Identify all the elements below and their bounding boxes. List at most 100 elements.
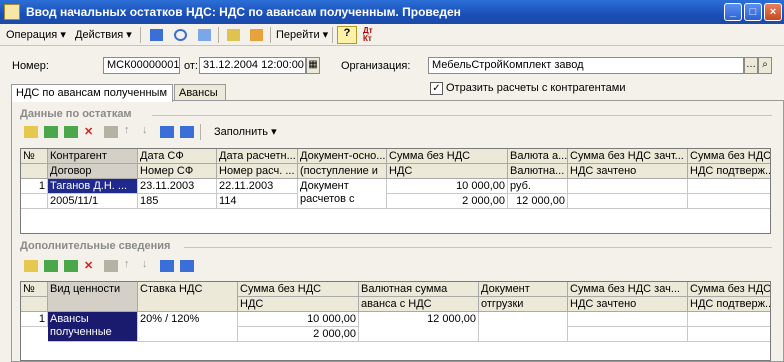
cell2-sum-offset[interactable]: [568, 312, 688, 327]
col-header-date-sf[interactable]: Дата СФ: [138, 149, 217, 164]
col2-header-vat[interactable]: НДС: [238, 297, 359, 312]
cell-cur-sum[interactable]: 12 000,00: [508, 194, 568, 209]
operation-menu[interactable]: Операция ▾: [6, 27, 66, 43]
calendar-icon[interactable]: ▦: [306, 57, 320, 74]
col2-header-vat-confirmed[interactable]: НДС подтверж...: [688, 297, 770, 312]
col2-header-vat-offset[interactable]: НДС зачтено: [568, 297, 688, 312]
col2-header-sum[interactable]: Сумма без НДС: [238, 282, 359, 297]
move-up-icon[interactable]: ↑: [124, 124, 130, 136]
fill-button[interactable]: Заполнить ▾: [214, 125, 277, 138]
col-header-sum-offset[interactable]: Сумма без НДС зачт...: [568, 149, 688, 164]
copy-icon[interactable]: [194, 26, 214, 44]
col2-header-sum-offset[interactable]: Сумма без НДС зач...: [568, 282, 688, 297]
tab-vat-advances[interactable]: НДС по авансам полученным: [11, 84, 173, 102]
col-header-sum[interactable]: Сумма без НДС: [387, 149, 508, 164]
settlements-checkbox[interactable]: ✓: [430, 82, 443, 95]
title-bar: Ввод начальных остатков НДС: НДС по аван…: [0, 0, 784, 24]
refresh-icon[interactable]: [170, 26, 190, 44]
cell2-vat-confirmed[interactable]: [688, 327, 770, 342]
col-header-num-sf[interactable]: Номер СФ: [138, 164, 217, 179]
close-button[interactable]: ×: [764, 3, 782, 21]
col-header-vat[interactable]: НДС: [387, 164, 508, 179]
col-header-counterparty[interactable]: Контрагент: [48, 149, 138, 164]
col-header-contract[interactable]: Договор: [48, 164, 138, 179]
document-icon: [4, 4, 20, 20]
row-num: 1: [21, 179, 48, 194]
col2-header-sum-confirmed[interactable]: Сумма без НДС: [688, 282, 770, 297]
edit-row-icon[interactable]: [64, 126, 78, 138]
sort-desc-icon[interactable]: [180, 126, 194, 138]
col-header-num-calc[interactable]: Номер расч. ...: [217, 164, 298, 179]
col-header-cur-sum[interactable]: Валютна...: [508, 164, 568, 179]
end-edit-icon[interactable]: [104, 126, 118, 138]
cell-document[interactable]: Документ расчетов с: [298, 179, 387, 209]
cell-sum-confirmed[interactable]: [688, 179, 770, 194]
col-header-currency[interactable]: Валюта а...: [508, 149, 568, 164]
col2-header-kind[interactable]: Вид ценности: [48, 282, 138, 312]
cell-date-calc[interactable]: 22.11.2003: [217, 179, 298, 194]
copy-row-icon[interactable]: [44, 260, 58, 272]
cell2-document[interactable]: [479, 312, 568, 342]
col-header-document[interactable]: Документ-осно...: [298, 149, 387, 164]
cell-vat-confirmed[interactable]: [688, 194, 770, 209]
delete-row-icon[interactable]: ✕: [84, 259, 93, 272]
cell2-sum[interactable]: 10 000,00: [238, 312, 359, 327]
col2-header-cur-sum[interactable]: Валютная сумма: [359, 282, 479, 297]
cell2-rate[interactable]: 20% / 120%: [138, 312, 238, 342]
select-button[interactable]: …: [744, 57, 758, 74]
col-header-sum-confirmed[interactable]: Сумма без НДС: [688, 149, 770, 164]
cell-contract[interactable]: 2005/11/1: [48, 194, 138, 209]
move-up-icon[interactable]: ↑: [124, 258, 130, 270]
cell-vat[interactable]: 2 000,00: [387, 194, 508, 209]
cell-counterparty[interactable]: Таганов Д.Н. ...: [48, 179, 138, 194]
section-title-balances: Данные по остаткам: [20, 108, 132, 120]
sort-asc-icon[interactable]: [160, 260, 174, 272]
move-down-icon[interactable]: ↓: [142, 124, 148, 136]
number-field[interactable]: МСК00000001: [103, 57, 180, 74]
cell-num-sf[interactable]: 185: [138, 194, 217, 209]
move-down-icon[interactable]: ↓: [142, 258, 148, 270]
sort-desc-icon[interactable]: [180, 260, 194, 272]
cell-date-sf[interactable]: 23.11.2003: [138, 179, 217, 194]
minimize-button[interactable]: _: [724, 3, 742, 21]
col-header-num[interactable]: №: [21, 149, 48, 164]
cell2-kind[interactable]: Авансы полученные: [48, 312, 138, 342]
add-row-icon[interactable]: [24, 126, 38, 138]
edit-row-icon[interactable]: [64, 260, 78, 272]
add-row-icon[interactable]: [24, 260, 38, 272]
cell-vat-offset[interactable]: [568, 194, 688, 209]
cell2-sum-confirmed[interactable]: [688, 312, 770, 327]
organization-label: Организация:: [341, 60, 411, 72]
search-icon[interactable]: ⌕: [758, 57, 772, 74]
delete-row-icon[interactable]: ✕: [84, 125, 93, 138]
col-header-date-calc[interactable]: Дата расчетн...: [217, 149, 298, 164]
maximize-button[interactable]: □: [744, 3, 762, 21]
cell2-vat-offset[interactable]: [568, 327, 688, 342]
cell-sum[interactable]: 10 000,00: [387, 179, 508, 194]
cell2-vat[interactable]: 2 000,00: [238, 327, 359, 342]
end-edit-icon[interactable]: [104, 260, 118, 272]
sort-asc-icon[interactable]: [160, 126, 174, 138]
cell-num-calc[interactable]: 114: [217, 194, 298, 209]
move-up-doc-icon[interactable]: [223, 26, 243, 44]
copy-row-icon[interactable]: [44, 126, 58, 138]
cell-sum-offset[interactable]: [568, 179, 688, 194]
col-header-vat-offset[interactable]: НДС зачтено: [568, 164, 688, 179]
cell2-cur-sum[interactable]: 12 000,00: [359, 312, 479, 342]
go-menu[interactable]: Перейти ▾: [276, 27, 328, 43]
debit-credit-icon[interactable]: Дт Кт: [362, 26, 382, 44]
post-icon[interactable]: [146, 26, 166, 44]
col2-header-document[interactable]: Документ: [479, 282, 568, 297]
cell-currency[interactable]: руб.: [508, 179, 568, 194]
organization-field[interactable]: МебельСтройКомплект завод: [428, 57, 744, 74]
window-title: Ввод начальных остатков НДС: НДС по аван…: [26, 5, 461, 19]
delete-doc-icon[interactable]: [246, 26, 266, 44]
tab-advances[interactable]: Авансы: [174, 84, 226, 101]
number-label: Номер:: [12, 60, 49, 72]
col2-header-rate[interactable]: Ставка НДС: [138, 282, 238, 312]
date-field[interactable]: 31.12.2004 12:00:00: [199, 57, 306, 74]
col2-header-num[interactable]: №: [21, 282, 48, 297]
col-header-vat-confirmed[interactable]: НДС подтверж...: [688, 164, 770, 179]
help-icon[interactable]: ?: [337, 26, 357, 44]
actions-menu[interactable]: Действия ▾: [75, 27, 132, 43]
